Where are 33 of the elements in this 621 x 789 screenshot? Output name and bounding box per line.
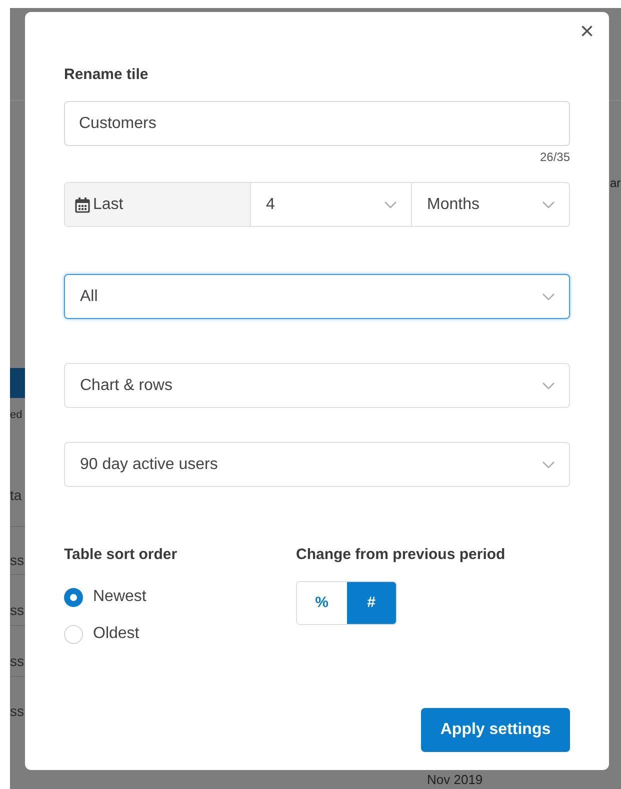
text-fragment: ss — [10, 601, 24, 619]
section-heading: Change from previous period — [296, 545, 506, 565]
chevron-down-icon — [542, 382, 555, 390]
calendar-icon — [75, 196, 90, 212]
text-fragment: ar — [610, 176, 621, 191]
radio-label: Newest — [93, 587, 146, 607]
text-fragment: ss — [10, 702, 24, 720]
section-heading: Table sort order — [64, 545, 178, 565]
prefix-text: Last — [93, 194, 124, 214]
character-counter: 26/35 — [540, 149, 570, 165]
dropdown-select[interactable]: All — [64, 274, 570, 319]
dropdown-select[interactable]: Chart & rows — [64, 363, 570, 408]
chevron-down-icon — [542, 460, 555, 468]
chevron-down-icon — [542, 292, 555, 300]
highlight-bar — [10, 368, 25, 398]
date-label: Nov 2019 — [427, 772, 483, 787]
radio-button[interactable] — [64, 588, 83, 606]
dropdown-select[interactable]: 90 day active users — [64, 442, 570, 487]
radio-button[interactable] — [64, 624, 83, 644]
chevron-down-icon — [384, 200, 397, 208]
radio-label: Oldest — [93, 624, 140, 644]
unit-select[interactable]: Months — [411, 183, 569, 226]
text-fragment: ss — [10, 551, 24, 569]
text-fragment: ss — [10, 652, 24, 670]
field-label: Rename tile — [64, 65, 150, 85]
chevron-down-icon — [542, 200, 555, 208]
close-button[interactable]: × — [575, 20, 599, 44]
toggle-option[interactable]: # — [346, 582, 396, 624]
amount-select[interactable]: 4 — [250, 183, 411, 226]
input-field[interactable]: Customers — [64, 101, 570, 146]
text-fragment: ta — [10, 486, 22, 504]
text-fragment: ed — [10, 408, 22, 422]
apply-button[interactable]: Apply settings — [421, 708, 570, 752]
